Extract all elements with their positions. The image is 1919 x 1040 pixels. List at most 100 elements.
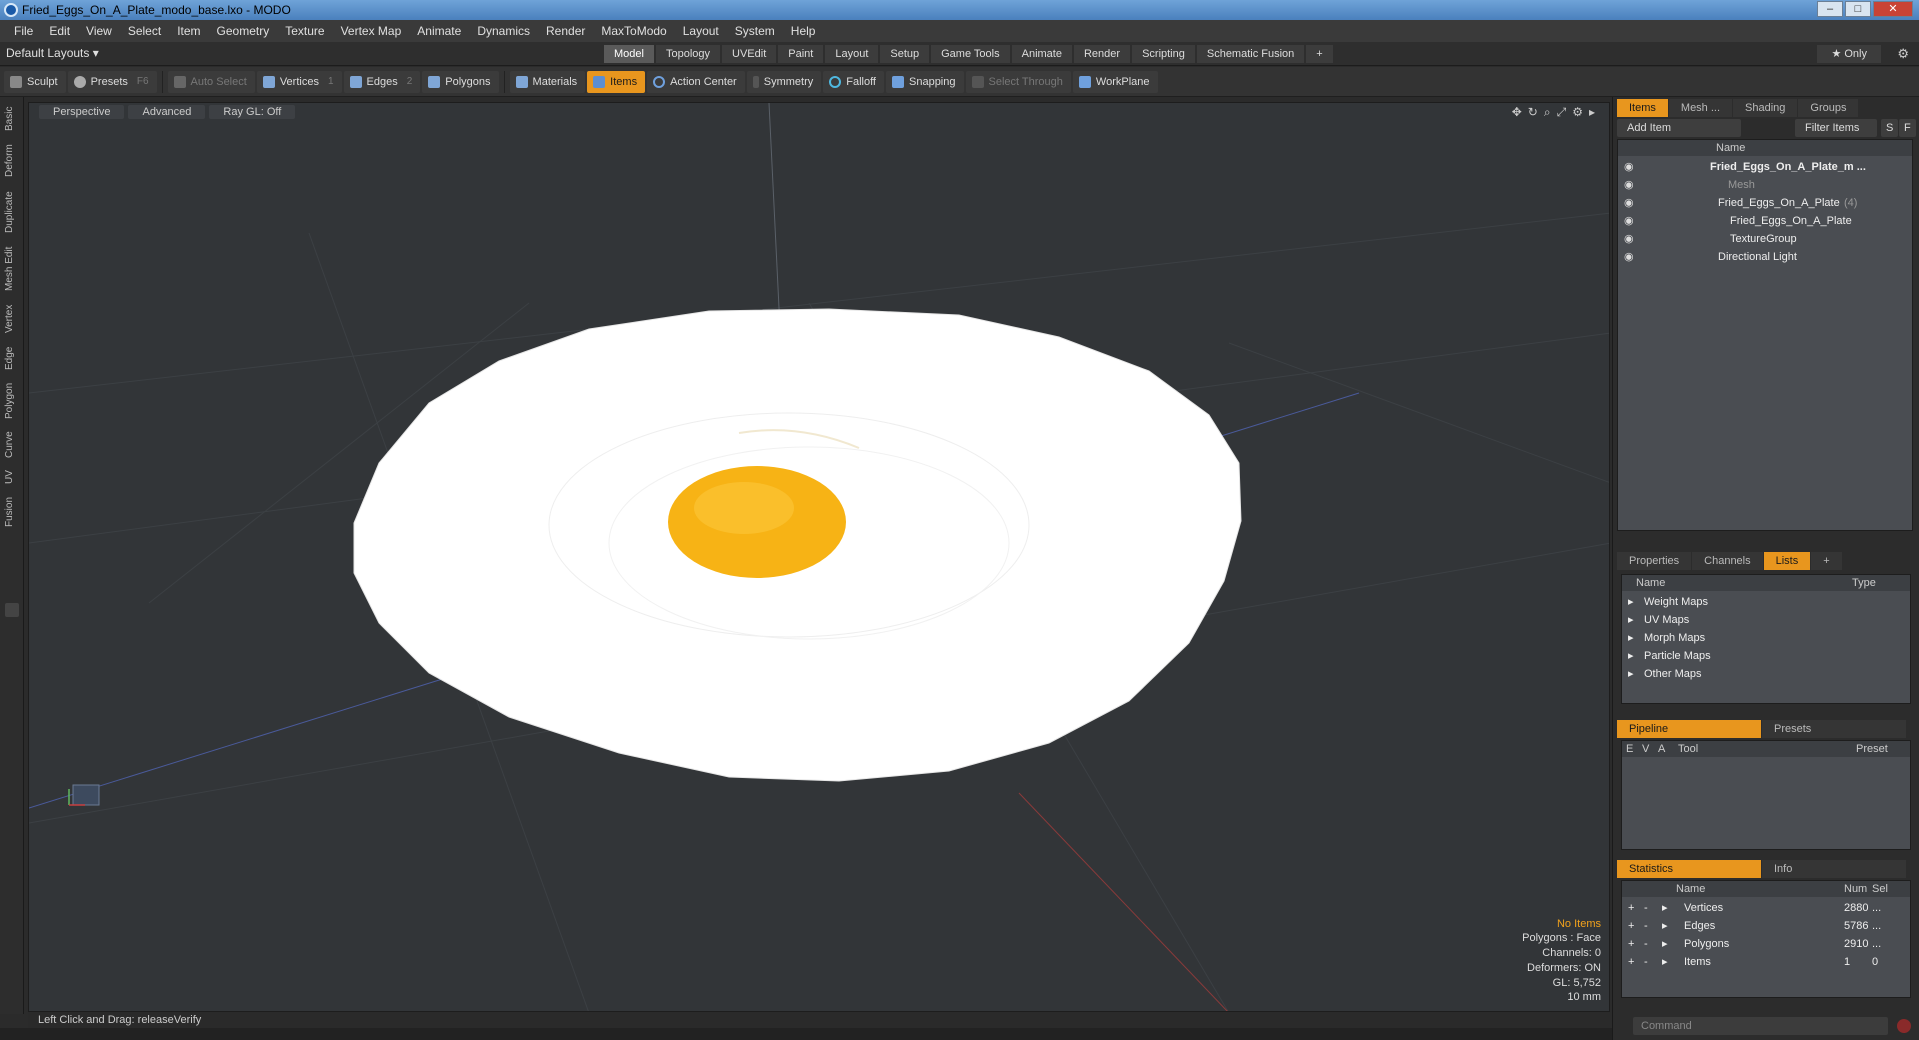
- tab-game-tools[interactable]: Game Tools: [931, 45, 1010, 63]
- eye-icon[interactable]: ◉: [1624, 158, 1636, 176]
- pan-icon[interactable]: ✥: [1512, 105, 1522, 120]
- tab-basic[interactable]: Basic: [4, 103, 20, 135]
- eye-icon[interactable]: ◉: [1624, 176, 1636, 194]
- stat-row-vertices[interactable]: + - ▸ Vertices 2880...: [1622, 899, 1910, 917]
- tab-mesh-edit[interactable]: Mesh Edit: [4, 243, 20, 295]
- tab-duplicate[interactable]: Duplicate: [4, 187, 20, 237]
- tab-schematic-fusion[interactable]: Schematic Fusion: [1196, 45, 1305, 63]
- menu-maxtomodo[interactable]: MaxToModo: [593, 24, 674, 38]
- tab-fusion[interactable]: Fusion: [4, 493, 20, 531]
- menu-file[interactable]: File: [6, 24, 41, 38]
- tab-channels[interactable]: Channels: [1692, 552, 1763, 570]
- menu-system[interactable]: System: [727, 24, 783, 38]
- tree-item-texturegroup[interactable]: ◉ TextureGroup: [1618, 230, 1912, 248]
- tree-item-group[interactable]: ◉ Fried_Eggs_On_A_Plate (4): [1618, 194, 1912, 212]
- tab-shading[interactable]: Shading: [1733, 99, 1798, 117]
- tab-animate[interactable]: Animate: [1011, 45, 1072, 63]
- tab-info[interactable]: Info: [1762, 860, 1906, 878]
- tab-uvedit[interactable]: UVEdit: [722, 45, 777, 63]
- zoom-icon[interactable]: ⌕: [1544, 105, 1551, 120]
- eye-icon[interactable]: ◉: [1624, 194, 1636, 212]
- list-item[interactable]: ▸ Other Maps: [1622, 665, 1910, 683]
- menu-layout[interactable]: Layout: [675, 24, 727, 38]
- tab-layout[interactable]: Layout: [825, 45, 879, 63]
- presets-button[interactable]: Presets F6: [67, 70, 157, 93]
- eye-icon[interactable]: ◉: [1624, 212, 1636, 230]
- minimize-button[interactable]: –: [1817, 1, 1843, 17]
- filter-items-button[interactable]: Filter Items: [1795, 119, 1877, 137]
- tree-item-mesh[interactable]: ◉ Mesh: [1618, 176, 1912, 194]
- tree-item-light[interactable]: ◉ Directional Light: [1618, 248, 1912, 266]
- tab-topology[interactable]: Topology: [655, 45, 721, 63]
- menu-view[interactable]: View: [78, 24, 120, 38]
- tab-scripting[interactable]: Scripting: [1132, 45, 1195, 63]
- edges-button[interactable]: Edges 2: [343, 70, 421, 93]
- viewport-menu-icon[interactable]: ▸: [1589, 105, 1595, 120]
- expand-icon[interactable]: [5, 603, 19, 617]
- vertices-button[interactable]: Vertices 1: [256, 70, 342, 93]
- tab-render[interactable]: Render: [1073, 45, 1131, 63]
- command-input[interactable]: Command: [1633, 1017, 1888, 1035]
- tab-mesh[interactable]: Mesh ...: [1668, 99, 1733, 117]
- 3d-viewport[interactable]: Perspective Advanced Ray GL: Off ✥ ↻ ⌕ ⤢…: [28, 102, 1610, 1012]
- stat-row-items[interactable]: + - ▸ Items 1 0: [1622, 953, 1910, 971]
- tab-deform[interactable]: Deform: [4, 141, 20, 181]
- list-item[interactable]: ▸ Particle Maps: [1622, 647, 1910, 665]
- items-button[interactable]: Items: [587, 70, 646, 93]
- falloff-button[interactable]: Falloff: [823, 70, 884, 93]
- tab-curve[interactable]: Curve: [4, 429, 20, 461]
- menu-edit[interactable]: Edit: [41, 24, 78, 38]
- list-item[interactable]: ▸ UV Maps: [1622, 611, 1910, 629]
- sculpt-button[interactable]: Sculpt: [4, 70, 66, 93]
- menu-texture[interactable]: Texture: [277, 24, 332, 38]
- tab-vertex[interactable]: Vertex: [4, 301, 20, 337]
- add-item-button[interactable]: Add Item: [1617, 119, 1741, 137]
- rotate-icon[interactable]: ↻: [1528, 105, 1538, 120]
- s-button[interactable]: S: [1881, 119, 1899, 137]
- f-button[interactable]: F: [1899, 119, 1916, 137]
- menu-animate[interactable]: Animate: [409, 24, 469, 38]
- tree-item-mesh-child[interactable]: ◉ Fried_Eggs_On_A_Plate: [1618, 212, 1912, 230]
- add-panel-tab[interactable]: +: [1811, 552, 1842, 570]
- eye-icon[interactable]: ◉: [1624, 248, 1636, 266]
- menu-geometry[interactable]: Geometry: [209, 24, 278, 38]
- auto-select-button[interactable]: Auto Select: [167, 70, 255, 93]
- tab-pipeline[interactable]: Pipeline: [1617, 720, 1761, 738]
- polygons-button[interactable]: Polygons: [422, 70, 499, 93]
- tab-presets[interactable]: Presets: [1762, 720, 1906, 738]
- tab-properties[interactable]: Properties: [1617, 552, 1692, 570]
- tab-polygon[interactable]: Polygon: [4, 379, 20, 423]
- close-button[interactable]: ✕: [1873, 1, 1913, 17]
- tab-model[interactable]: Model: [604, 45, 654, 63]
- tab-statistics[interactable]: Statistics: [1617, 860, 1761, 878]
- menu-help[interactable]: Help: [783, 24, 824, 38]
- only-toggle[interactable]: ★ Only: [1817, 45, 1881, 63]
- tab-groups[interactable]: Groups: [1798, 99, 1859, 117]
- maximize-button[interactable]: □: [1845, 1, 1871, 17]
- stat-row-polygons[interactable]: + - ▸ Polygons 2910...: [1622, 935, 1910, 953]
- viewport-gear-icon[interactable]: ⚙: [1572, 105, 1583, 120]
- list-item[interactable]: ▸ Weight Maps: [1622, 593, 1910, 611]
- view-mode-button[interactable]: Perspective: [39, 105, 125, 119]
- list-item[interactable]: ▸ Morph Maps: [1622, 629, 1910, 647]
- shading-mode-button[interactable]: Advanced: [128, 105, 206, 119]
- tree-item-scene[interactable]: ◉ Fried_Eggs_On_A_Plate_m ...: [1618, 158, 1912, 176]
- menu-item[interactable]: Item: [169, 24, 208, 38]
- layout-selector[interactable]: Default Layouts ▾: [6, 46, 99, 60]
- tab-edge[interactable]: Edge: [4, 343, 20, 373]
- menu-select[interactable]: Select: [120, 24, 169, 38]
- action-center-button[interactable]: Action Center: [647, 70, 745, 93]
- snapping-button[interactable]: Snapping: [886, 70, 964, 93]
- tab-items[interactable]: Items: [1617, 99, 1668, 117]
- stat-row-edges[interactable]: + - ▸ Edges 5786...: [1622, 917, 1910, 935]
- eye-icon[interactable]: ◉: [1624, 230, 1636, 248]
- fit-icon[interactable]: ⤢: [1557, 105, 1567, 120]
- symmetry-button[interactable]: Symmetry: [746, 70, 822, 93]
- add-tab-button[interactable]: +: [1306, 45, 1333, 63]
- gear-icon[interactable]: ⚙: [1897, 46, 1909, 62]
- tab-lists[interactable]: Lists: [1763, 552, 1811, 570]
- raygl-toggle[interactable]: Ray GL: Off: [209, 105, 296, 119]
- tab-uv[interactable]: UV: [4, 467, 20, 487]
- record-icon[interactable]: [1897, 1019, 1911, 1033]
- materials-button[interactable]: Materials: [509, 70, 586, 93]
